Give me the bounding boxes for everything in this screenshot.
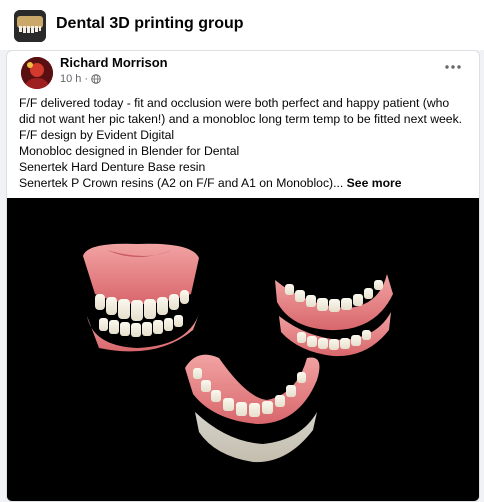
see-more-link[interactable]: See more (347, 176, 402, 190)
group-name[interactable]: Dental 3D printing group (56, 15, 244, 33)
post-text: F/F delivered today - fit and occlusion … (19, 95, 475, 191)
dentures-image (7, 198, 479, 501)
author-name[interactable]: Richard Morrison (60, 55, 168, 70)
more-options-button[interactable] (441, 59, 465, 75)
meta-separator: · (84, 73, 89, 85)
group-photo-icon[interactable] (14, 10, 46, 42)
post-card: Richard Morrison 10 h · F/F delivered to… (6, 50, 480, 502)
avatar[interactable] (21, 57, 53, 89)
post-text-line: Monobloc designed in Blender for Dental (19, 144, 240, 158)
more-options-icon (445, 65, 461, 69)
post-meta: 10 h · (60, 73, 101, 85)
post-text-line: F/F design by Evident Digital (19, 128, 175, 142)
post-photo[interactable] (7, 198, 479, 501)
group-header: Dental 3D printing group (0, 0, 484, 50)
post-text-line: Senertek Hard Denture Base resin (19, 160, 206, 174)
post-text-truncated: Senertek P Crown resins (A2 on F/F and A… (19, 176, 344, 190)
post-text-last-line: Senertek P Crown resins (A2 on F/F and A… (19, 175, 475, 191)
post-text-line: did not want her pic taken!) and a monob… (19, 112, 463, 126)
post-time[interactable]: 10 h (60, 73, 81, 85)
globe-icon (91, 74, 101, 84)
post-text-line: F/F delivered today - fit and occlusion … (19, 96, 450, 110)
